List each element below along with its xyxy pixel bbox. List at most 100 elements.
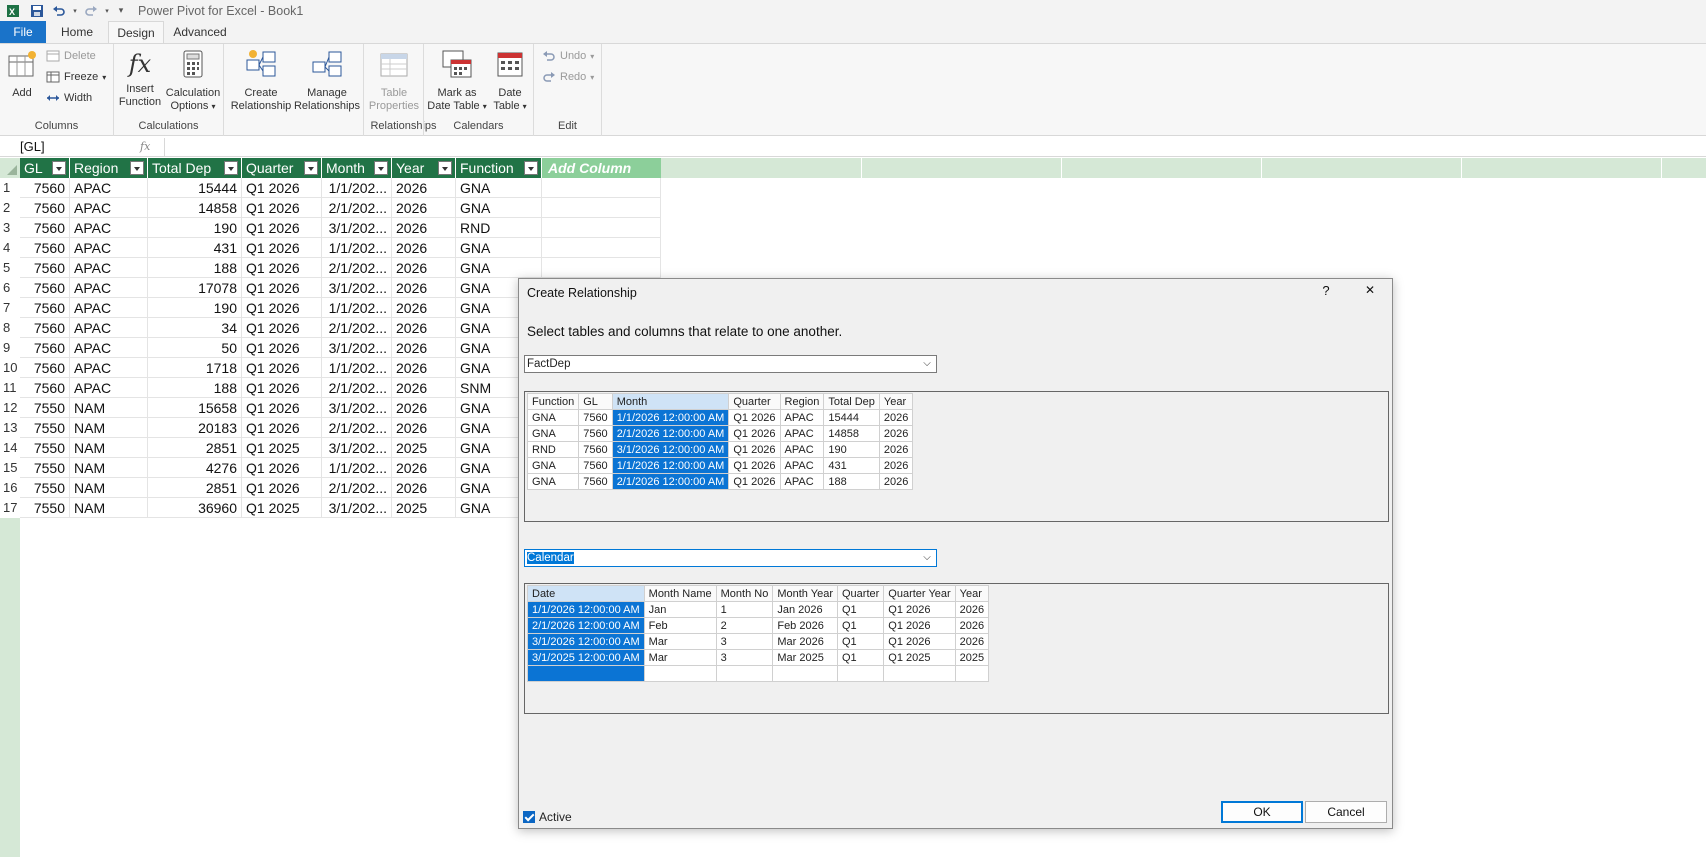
preview-cell[interactable]: Q1 2026 (728, 457, 781, 474)
row-number[interactable]: 5 (0, 258, 20, 278)
width-button[interactable]: Width (46, 92, 92, 104)
preview-cell[interactable]: Jan 2026 (772, 601, 838, 618)
total-dep-cell[interactable]: 2851 (148, 438, 242, 458)
total-dep-cell[interactable]: 431 (148, 238, 242, 258)
filter-dropdown-icon[interactable] (52, 161, 66, 175)
preview-cell[interactable]: 7560 (578, 473, 613, 490)
region-cell[interactable]: APAC (70, 278, 148, 298)
quarter-cell[interactable]: Q1 2026 (242, 198, 322, 218)
preview-cell[interactable]: 2 (715, 617, 774, 634)
gl-cell[interactable]: 7560 (20, 178, 70, 198)
add-column-cell[interactable] (542, 238, 661, 258)
excel-icon[interactable]: X (0, 0, 26, 21)
year-cell[interactable]: 2026 (392, 258, 456, 278)
preview-column-header[interactable]: Region (779, 393, 825, 410)
quarter-cell[interactable]: Q1 2026 (242, 418, 322, 438)
total-dep-cell[interactable]: 2851 (148, 478, 242, 498)
year-cell[interactable]: 2026 (392, 178, 456, 198)
preview-cell[interactable] (772, 665, 838, 682)
year-cell[interactable]: 2026 (392, 418, 456, 438)
region-cell[interactable]: APAC (70, 238, 148, 258)
gl-cell[interactable]: 7560 (20, 218, 70, 238)
redo-dropdown-icon[interactable]: ▾ (102, 0, 112, 21)
quarter-cell[interactable]: Q1 2026 (242, 318, 322, 338)
preview-cell[interactable]: APAC (779, 441, 825, 458)
filter-dropdown-icon[interactable] (130, 161, 144, 175)
quarter-cell[interactable]: Q1 2026 (242, 298, 322, 318)
quarter-cell[interactable]: Q1 2026 (242, 458, 322, 478)
quarter-cell[interactable]: Q1 2026 (242, 398, 322, 418)
preview-column-header[interactable]: Quarter Year (883, 585, 956, 602)
close-icon[interactable]: ✕ (1361, 283, 1379, 301)
year-cell[interactable]: 2026 (392, 238, 456, 258)
preview-cell[interactable]: Jan (643, 601, 717, 618)
cancel-button[interactable]: Cancel (1305, 801, 1387, 823)
preview-cell[interactable]: 2026 (878, 425, 914, 442)
row-number[interactable]: 8 (0, 318, 20, 338)
region-cell[interactable]: APAC (70, 358, 148, 378)
month-cell[interactable]: 1/1/202... (322, 358, 392, 378)
add-column-button[interactable]: Add (4, 48, 40, 100)
total-dep-cell[interactable]: 15444 (148, 178, 242, 198)
preview-column-header[interactable]: Month Year (772, 585, 838, 602)
month-cell[interactable]: 1/1/202... (322, 238, 392, 258)
gl-cell[interactable]: 7560 (20, 358, 70, 378)
year-cell[interactable]: 2025 (392, 438, 456, 458)
month-cell[interactable]: 3/1/202... (322, 438, 392, 458)
gl-cell[interactable]: 7550 (20, 458, 70, 478)
year-cell[interactable]: 2026 (392, 278, 456, 298)
table2-select[interactable]: Calendar ⌵ (524, 549, 937, 567)
region-cell[interactable]: NAM (70, 478, 148, 498)
preview-cell[interactable]: 2/1/2026 12:00:00 AM (527, 617, 645, 634)
region-cell[interactable]: NAM (70, 498, 148, 518)
preview-cell[interactable]: Q1 (836, 601, 885, 618)
total-dep-cell[interactable]: 14858 (148, 198, 242, 218)
preview-column-header[interactable]: Month Name (643, 585, 717, 602)
preview-cell[interactable]: Mar (643, 633, 717, 650)
year-cell[interactable]: 2026 (392, 378, 456, 398)
region-cell[interactable]: NAM (70, 458, 148, 478)
quarter-cell[interactable]: Q1 2026 (242, 278, 322, 298)
preview-cell[interactable]: 1/1/2026 12:00:00 AM (527, 601, 645, 618)
fx-icon[interactable]: fx (140, 140, 160, 153)
row-number[interactable]: 17 (0, 498, 20, 518)
quarter-cell[interactable]: Q1 2025 (242, 498, 322, 518)
add-column-header[interactable]: Add Column (542, 158, 661, 178)
month-cell[interactable]: 2/1/202... (322, 198, 392, 218)
function-cell[interactable]: GNA (456, 198, 542, 218)
select-all-corner[interactable] (0, 158, 20, 178)
preview-cell[interactable]: APAC (779, 473, 825, 490)
region-cell[interactable]: APAC (70, 298, 148, 318)
total-dep-cell[interactable]: 36960 (148, 498, 242, 518)
month-cell[interactable]: 3/1/202... (322, 398, 392, 418)
preview-cell[interactable]: RND (526, 441, 580, 458)
filter-dropdown-icon[interactable] (524, 161, 538, 175)
row-number[interactable]: 16 (0, 478, 20, 498)
gl-cell[interactable]: 7560 (20, 198, 70, 218)
redo-icon[interactable] (80, 0, 102, 21)
preview-cell[interactable] (883, 665, 956, 682)
add-column-cell[interactable] (542, 218, 661, 238)
insert-function-button[interactable]: fx Insert Function (116, 48, 164, 109)
quarter-cell[interactable]: Q1 2026 (242, 178, 322, 198)
preview-cell[interactable]: Mar (643, 649, 717, 666)
year-cell[interactable]: 2026 (392, 398, 456, 418)
gl-cell[interactable]: 7550 (20, 418, 70, 438)
gl-cell[interactable]: 7550 (20, 438, 70, 458)
gl-cell[interactable]: 7560 (20, 298, 70, 318)
quarter-cell[interactable]: Q1 2026 (242, 258, 322, 278)
preview-cell[interactable]: 7560 (578, 409, 613, 426)
gl-cell[interactable]: 7560 (20, 278, 70, 298)
preview-cell[interactable]: 1 (715, 601, 774, 618)
gl-cell[interactable]: 7560 (20, 258, 70, 278)
total-dep-cell[interactable]: 1718 (148, 358, 242, 378)
preview-cell[interactable]: 2026 (878, 457, 914, 474)
region-cell[interactable]: APAC (70, 178, 148, 198)
column-header-gl[interactable]: GL (20, 158, 70, 178)
preview-cell[interactable]: APAC (779, 457, 825, 474)
year-cell[interactable]: 2026 (392, 478, 456, 498)
table1-select[interactable]: FactDep ⌵ (524, 355, 937, 373)
ribbon-undo-button[interactable]: Undo ▾ (542, 50, 594, 62)
column-header-total-dep[interactable]: Total Dep (148, 158, 242, 178)
region-cell[interactable]: NAM (70, 418, 148, 438)
